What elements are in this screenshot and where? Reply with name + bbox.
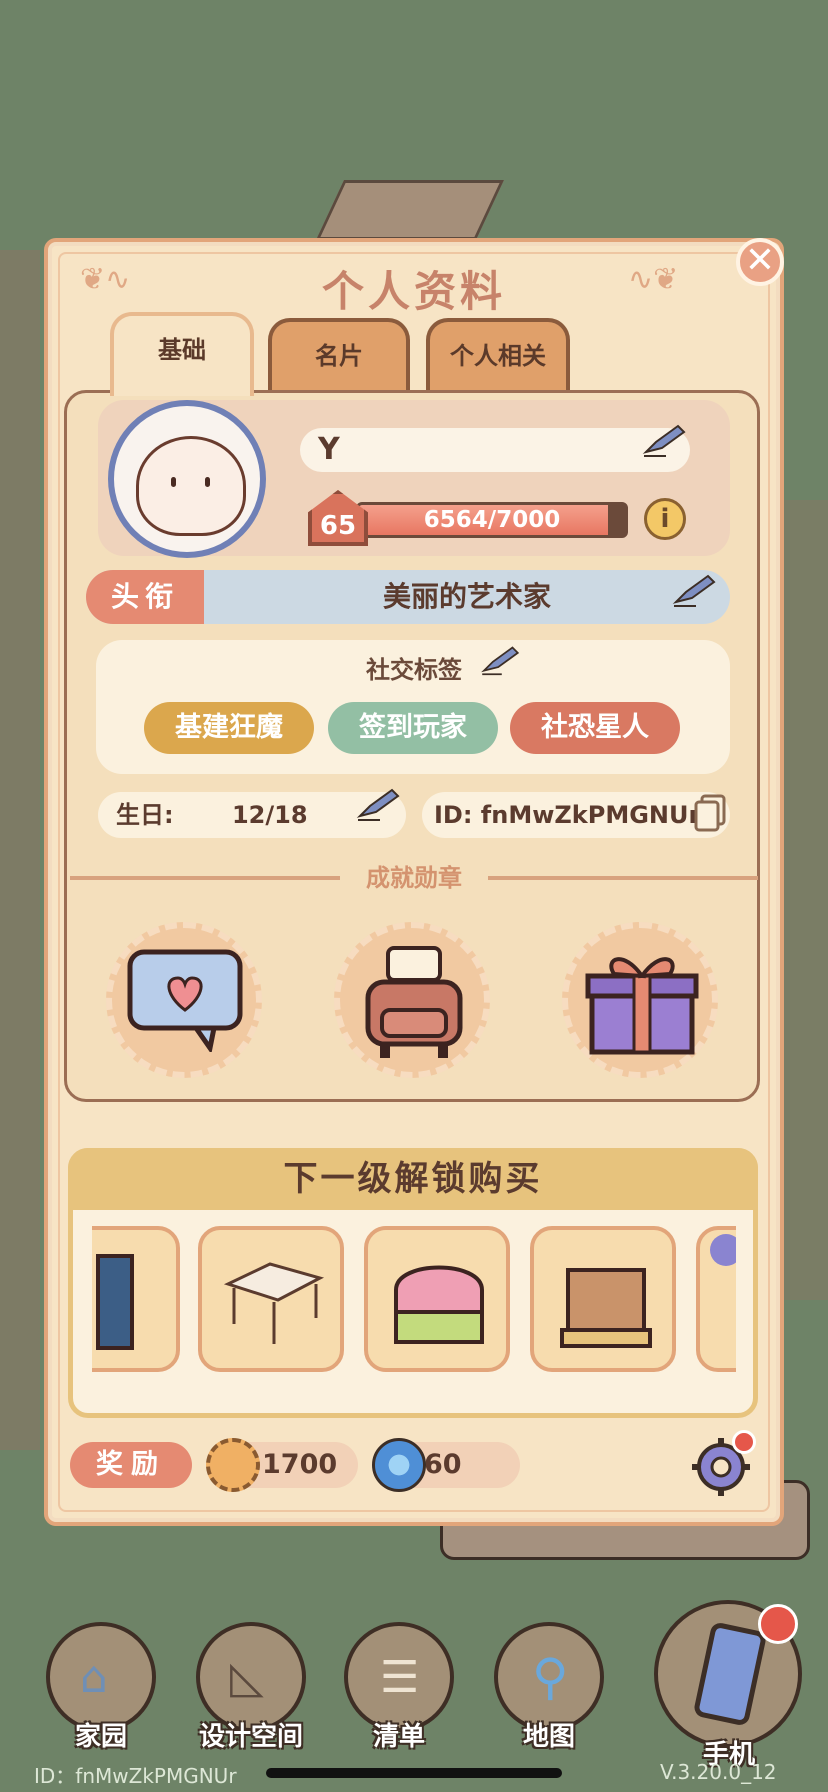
achievement-badge-gift[interactable] [562,922,718,1078]
map-pin-icon: ⚲ [532,1648,569,1706]
tab-card[interactable]: 名片 [268,318,410,394]
edit-name-pencil-icon[interactable] [642,422,686,458]
tab-personal[interactable]: 个人相关 [426,318,570,394]
coin-icon [206,1438,260,1492]
coin-amount: 1700 [262,1449,338,1480]
footer-player-id: ID：fnMwZkPMGNUr [34,1764,237,1788]
tab-personal-label: 个人相关 [450,342,546,370]
armchair-icon [365,946,463,1058]
achievement-badge-armchair[interactable] [334,922,490,1078]
wooden-rack-icon [560,1268,652,1348]
edit-tags-pencil-icon[interactable] [480,644,520,676]
chat-heart-icon [127,949,243,1052]
page-title: 个人资料 [321,267,506,316]
design-ruler-icon: ◺ [230,1652,264,1703]
unlock-item-white-table[interactable] [198,1226,344,1372]
gem-amount: 60 [424,1449,462,1480]
name-field[interactable]: Y [300,428,690,472]
unlock-item-next[interactable] [696,1226,736,1372]
item-tag-icon [710,1234,736,1266]
tab-card-label: 名片 [315,342,363,370]
footer-version: V.3.20.0_12 [660,1760,777,1784]
reward-label: 奖励 [70,1442,192,1488]
achievement-badge-chat-heart[interactable] [106,922,262,1078]
nav-home-label: 家园 [74,1722,127,1752]
level-value: 65 [319,511,357,541]
xp-text: 6564/7000 [423,507,561,533]
phone-notification-dot [758,1604,798,1644]
name-value: Y [318,432,340,467]
list-scroll-icon: ☰ [380,1652,420,1703]
nav-list-label: 清单 [372,1722,425,1752]
white-table-icon [223,1262,325,1344]
gift-box-icon [585,957,699,1055]
nav-map-label: 地图 [522,1722,575,1752]
title-label: 头衔 [86,570,204,624]
phone-icon [692,1621,768,1727]
home-indicator[interactable] [266,1768,562,1778]
nav-design-label: 设计空间 [198,1722,303,1752]
home-icon: ⌂ [80,1652,108,1703]
player-id-field: ID: fnMwZkPMGNUr [422,792,730,838]
background-right-structure [778,500,828,1300]
edit-birthday-pencil-icon[interactable] [356,786,400,822]
social-tag-1[interactable]: 基建狂魔 [144,702,314,754]
avatar[interactable] [108,400,266,558]
unlock-item-wooden-rack[interactable] [530,1226,676,1372]
player-title-row[interactable]: 头衔 美丽的艺术家 [86,570,730,624]
social-tags-title: 社交标签 [366,656,462,684]
tab-basic-label: 基础 [158,336,206,364]
sheep-avatar-icon [136,436,246,536]
social-tag-3[interactable]: 社恐星人 [510,702,680,754]
gem-swirl-icon [372,1438,426,1492]
social-tag-2[interactable]: 签到玩家 [328,702,498,754]
copy-icon[interactable] [694,794,726,832]
framed-painting-icon [96,1254,134,1350]
background-left-structure [0,250,40,1450]
settings-notification-dot [732,1430,756,1454]
player-id-text: ID: fnMwZkPMGNUr [434,801,701,829]
pink-cabinet-icon [394,1265,484,1344]
background-house-roof [316,180,504,240]
tab-basic[interactable]: 基础 [110,312,254,396]
title-value: 美丽的艺术家 [382,580,551,613]
next-level-unlock-title: 下一级解锁购买 [68,1148,758,1210]
close-icon: ✕ [744,240,776,281]
unlock-item-framed-painting[interactable] [92,1226,180,1372]
birthday-label: 生日: [116,801,174,829]
unlock-items-carousel[interactable] [92,1222,736,1374]
edit-title-pencil-icon[interactable] [672,572,716,608]
achievements-title: 成就勋章 [340,858,488,893]
info-button[interactable]: i [644,498,686,540]
unlock-item-pink-cabinet[interactable] [364,1226,510,1372]
close-button[interactable]: ✕ [736,238,784,286]
info-icon: i [660,504,670,534]
birthday-value: 12/18 [231,801,308,829]
